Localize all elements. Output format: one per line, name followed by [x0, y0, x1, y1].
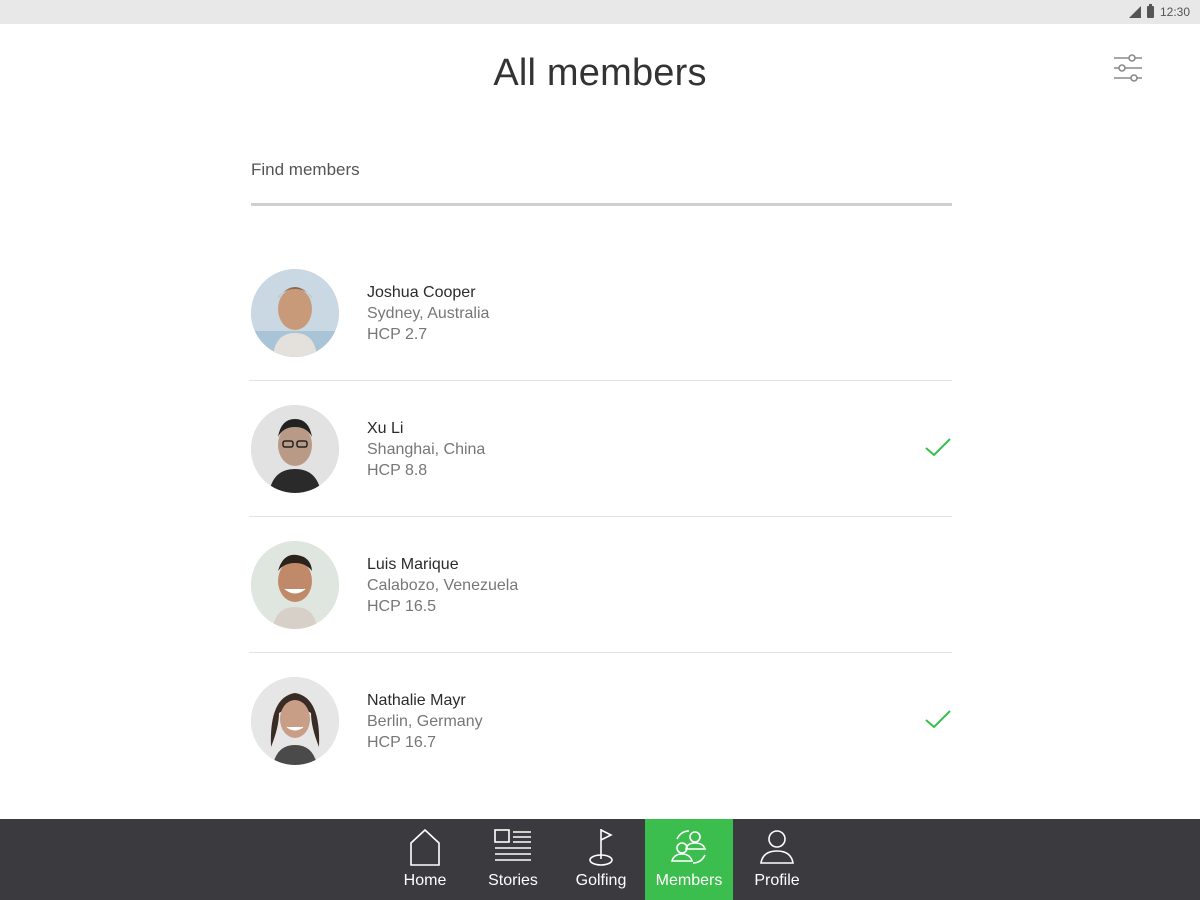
member-info: Nathalie Mayr Berlin, Germany HCP 16.7: [367, 690, 483, 753]
member-location: Calabozo, Venezuela: [367, 577, 519, 594]
search-field: [251, 150, 952, 206]
battery-icon: [1146, 4, 1154, 18]
home-icon: [410, 828, 440, 866]
nav-item-members[interactable]: Members: [645, 819, 733, 900]
nav-label: Members: [655, 872, 723, 889]
search-input[interactable]: [251, 150, 952, 190]
member-info: Joshua Cooper Sydney, Australia HCP 2.7: [367, 282, 489, 345]
nav-label: Home: [403, 872, 447, 889]
member-name: Xu Li: [367, 420, 404, 437]
profile-icon: [760, 830, 794, 864]
member-location: Sydney, Australia: [367, 305, 490, 322]
member-location: Berlin, Germany: [367, 713, 483, 730]
nav-label: Stories: [488, 872, 538, 889]
stories-icon: [494, 829, 531, 861]
member-list: Joshua Cooper Sydney, Australia HCP 2.7 …: [249, 245, 952, 789]
member-info: Xu Li Shanghai, China HCP 8.8: [367, 418, 485, 481]
member-row[interactable]: Nathalie Mayr Berlin, Germany HCP 16.7: [249, 653, 952, 789]
signal-icon: [1128, 6, 1141, 18]
member-name: Nathalie Mayr: [367, 692, 466, 709]
nav-item-golfing[interactable]: Golfing: [557, 819, 645, 900]
avatar: [251, 405, 339, 493]
bottom-nav: Home Stories Golfing Members Profile: [0, 819, 1200, 900]
nav-label: Profile: [754, 872, 800, 889]
member-name: Joshua Cooper: [367, 284, 476, 301]
member-handicap: HCP 16.7: [367, 734, 437, 751]
member-row[interactable]: Luis Marique Calabozo, Venezuela HCP 16.…: [249, 517, 952, 653]
member-handicap: HCP 8.8: [367, 462, 428, 479]
nav-label: Golfing: [575, 872, 627, 889]
member-location: Shanghai, China: [367, 441, 486, 458]
check-icon: [925, 438, 951, 457]
nav-item-profile[interactable]: Profile: [733, 819, 821, 900]
nav-item-stories[interactable]: Stories: [469, 819, 557, 900]
member-handicap: HCP 16.5: [367, 598, 437, 615]
nav-item-home[interactable]: Home: [381, 819, 469, 900]
member-info: Luis Marique Calabozo, Venezuela HCP 16.…: [367, 554, 518, 617]
member-row[interactable]: Xu Li Shanghai, China HCP 8.8: [249, 381, 952, 517]
members-icon: [670, 830, 707, 864]
member-name: Luis Marique: [367, 556, 459, 573]
page-title: All members: [493, 52, 707, 94]
status-time: 12:30: [1159, 5, 1190, 19]
avatar: [251, 541, 339, 629]
status-bar: 12:30: [0, 0, 1200, 24]
avatar: [251, 269, 339, 357]
member-handicap: HCP 2.7: [367, 326, 428, 343]
golf-flag-icon: [589, 829, 613, 866]
check-icon: [925, 710, 951, 729]
member-row[interactable]: Joshua Cooper Sydney, Australia HCP 2.7: [249, 245, 952, 381]
avatar: [251, 677, 339, 765]
filter-button[interactable]: [1110, 52, 1146, 84]
filter-sliders-icon: [1114, 54, 1142, 82]
